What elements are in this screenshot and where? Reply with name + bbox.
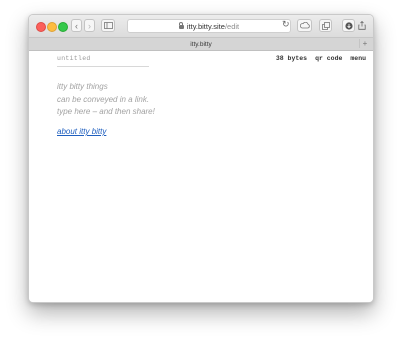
address-bar[interactable]: itty.bitty.site/edit [127,19,291,33]
menu-link[interactable]: menu [350,55,366,62]
share-button[interactable] [357,19,367,32]
forward-button[interactable]: › [84,19,95,32]
about-link[interactable]: about itty bitty [57,127,106,136]
minimize-window-button[interactable] [47,22,57,32]
byte-count: 38 bytes [275,55,308,62]
chevron-left-icon: ‹ [75,20,78,31]
chevron-right-icon: › [88,20,91,31]
tabs-overview-button[interactable] [319,19,332,32]
back-button[interactable]: ‹ [71,19,82,32]
reload-icon[interactable]: ↻ [282,19,290,30]
close-window-button[interactable] [36,22,46,32]
text-line: type here – and then share! [57,107,155,116]
share-icon [358,21,366,30]
lock-icon [178,22,184,29]
text-line: can be conveyed in a link. [57,94,150,104]
sidebar-icon [103,22,113,29]
tab-bar: itty.bitty + [29,38,373,51]
address-path: /edit [224,21,240,31]
tabs-icon [321,21,330,30]
cloud-icon [299,22,310,29]
browser-window: ‹ › itty.bitty.site/edit ↻ itty.bitty + [28,14,374,303]
top-meta: 38 bytes qr code menu [276,55,366,62]
page-content: untitled 38 bytes qr code menu itty bitt… [29,51,373,302]
tab-itty-bitty[interactable]: itty.bitty [190,41,212,48]
download-button[interactable] [342,19,355,32]
new-tab-button[interactable]: + [359,39,370,48]
address-host: itty.bitty.site [186,21,225,31]
text-line: itty bitty things [57,82,108,91]
qr-code-link[interactable]: qr code [315,55,342,62]
document-title[interactable]: untitled [57,55,149,67]
browser-toolbar: ‹ › itty.bitty.site/edit ↻ [29,15,373,38]
editable-text-area[interactable]: itty bitty things can be conveyed in a l… [57,81,155,119]
cloud-button[interactable] [297,19,312,32]
sidebar-button[interactable] [101,19,115,32]
zoom-window-button[interactable] [58,22,68,32]
download-icon [344,21,353,30]
